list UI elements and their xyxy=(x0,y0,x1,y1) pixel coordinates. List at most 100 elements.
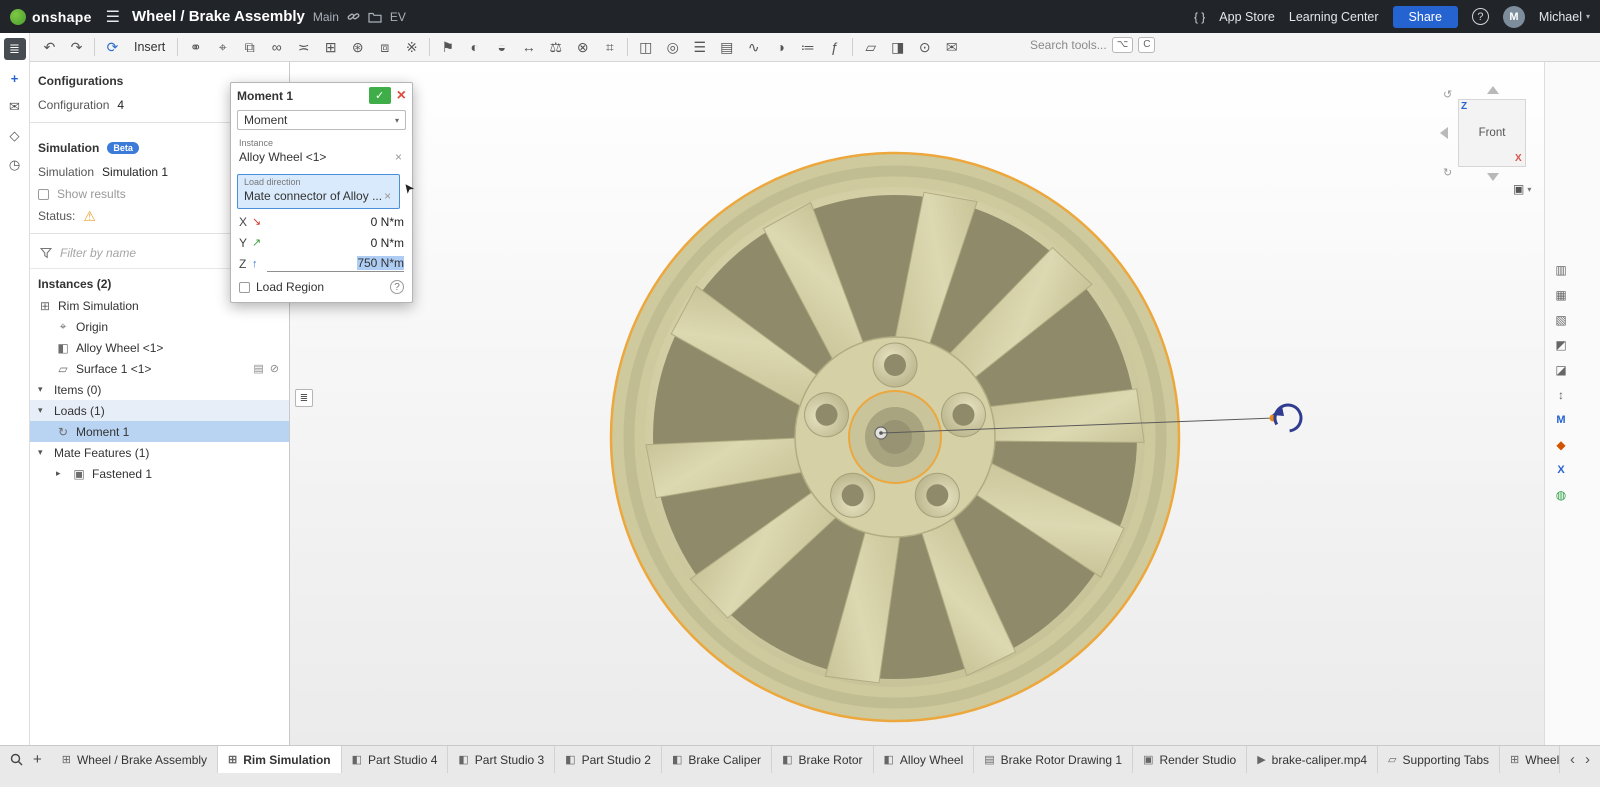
tab-brake-caliper[interactable]: ◧ Brake Caliper xyxy=(662,746,772,773)
hide-icon[interactable]: ⊘ xyxy=(270,362,279,375)
remove-direction-icon[interactable]: × xyxy=(382,189,393,203)
app-store-link[interactable]: App Store xyxy=(1219,10,1275,24)
tab-scroll-right-icon[interactable]: › xyxy=(1585,751,1590,768)
globe-app-icon[interactable]: ◍ xyxy=(1551,485,1571,505)
instances-panel-icon[interactable]: ≣ xyxy=(4,38,26,60)
view-options-menu[interactable]: ▣ ▾ xyxy=(1513,182,1531,196)
project-name[interactable]: EV xyxy=(390,10,406,24)
structure-icon[interactable]: ☰ xyxy=(686,36,713,59)
tab-brake-rotor[interactable]: ◧ Brake Rotor xyxy=(772,746,873,773)
cad-app-icon[interactable]: ◆ xyxy=(1551,435,1571,455)
tab-part-studio-3[interactable]: ◧ Part Studio 3 xyxy=(448,746,555,773)
main-menu-icon[interactable]: ☰ xyxy=(106,7,120,27)
search-tools-input[interactable]: Search tools... ⌥ C xyxy=(1030,37,1155,53)
bom-icon[interactable]: ▤ xyxy=(713,36,740,59)
tab-supporting-tabs[interactable]: ▱ Supporting Tabs xyxy=(1378,746,1500,773)
tab-wheel-br-truncated[interactable]: ⊞ Wheel / Br xyxy=(1500,746,1560,773)
update-icon[interactable]: ⟳ xyxy=(99,36,126,59)
insert-button[interactable]: Insert xyxy=(126,40,173,54)
tab-brake-rotor-drawing-1[interactable]: ▤ Brake Rotor Drawing 1 xyxy=(974,746,1133,773)
load-type-select[interactable]: Moment ▾ xyxy=(237,110,406,130)
axis-z-input[interactable]: 750 N*m xyxy=(267,256,404,272)
tree-row-surface[interactable]: ▱ Surface 1 <1> ▤ ⊘ xyxy=(30,358,289,379)
redo-icon[interactable]: ↷ xyxy=(63,36,90,59)
explode-view-icon[interactable]: ※ xyxy=(398,36,425,59)
drawing-icon[interactable]: ▱ xyxy=(857,36,884,59)
render-icon[interactable]: ◨ xyxy=(884,36,911,59)
tab-rim-simulation[interactable]: ⊞ Rim Simulation xyxy=(218,746,342,773)
load-direction-value-row[interactable]: Mate connector of Alloy ... × xyxy=(244,187,393,205)
tab-part-studio-2[interactable]: ◧ Part Studio 2 xyxy=(555,746,662,773)
appearance-icon[interactable]: ◑ xyxy=(767,36,794,59)
explode-panel-icon[interactable]: ↕ xyxy=(1551,385,1571,405)
user-avatar[interactable]: M xyxy=(1503,6,1525,28)
comment-tool-icon[interactable]: ✉ xyxy=(938,36,965,59)
hole-icon[interactable]: ◎ xyxy=(659,36,686,59)
share-button[interactable]: Share xyxy=(1393,6,1458,28)
display-states-icon[interactable]: ◐ xyxy=(461,36,488,59)
section-panel-icon[interactable]: ◩ xyxy=(1551,335,1571,355)
show-results-checkbox[interactable] xyxy=(38,189,49,200)
remove-instance-icon[interactable]: × xyxy=(393,150,404,164)
frames-icon[interactable]: ⌗ xyxy=(596,36,623,59)
cancel-button[interactable]: × xyxy=(397,88,406,104)
xometry-app-icon[interactable]: X xyxy=(1551,460,1571,480)
version-link-icon[interactable] xyxy=(347,10,360,23)
undo-icon[interactable]: ↶ xyxy=(36,36,63,59)
comments-panel-icon[interactable]: ✉ xyxy=(4,96,26,118)
relations-icon[interactable]: ∞ xyxy=(263,36,290,59)
mass-properties-icon[interactable]: ⚖ xyxy=(542,36,569,59)
linear-pattern-icon[interactable]: ⊞ xyxy=(317,36,344,59)
view-roll-ccw-icon[interactable]: ↺ xyxy=(1443,88,1452,101)
tree-row-mate-features-header[interactable]: ▾ Mate Features (1) xyxy=(30,442,289,463)
mate-connector-icon[interactable]: ⌖ xyxy=(209,36,236,59)
tree-row-origin[interactable]: ⌖ Origin xyxy=(30,316,289,337)
simulation-icon[interactable]: ∿ xyxy=(740,36,767,59)
measure-icon[interactable]: ↔ xyxy=(515,36,542,59)
model-viewport[interactable] xyxy=(290,62,1544,745)
tab-brake-caliper-mp4[interactable]: ▶ brake-caliper.mp4 xyxy=(1247,746,1378,773)
chevron-right-icon[interactable]: ▸ xyxy=(56,468,66,479)
tree-row-items-header[interactable]: ▾ Items (0) xyxy=(30,379,289,400)
section-view-icon[interactable]: ◒ xyxy=(488,36,515,59)
tab-part-studio-4[interactable]: ◧ Part Studio 4 xyxy=(342,746,449,773)
tab-wheel-brake-assembly[interactable]: ⊞ Wheel / Brake Assembly xyxy=(52,746,218,773)
configuration-value[interactable]: 4 xyxy=(117,98,124,112)
axis-y-input[interactable]: 0 N*m xyxy=(267,236,404,250)
add-tab-button[interactable]: + xyxy=(33,751,42,768)
named-positions-icon[interactable]: ⚑ xyxy=(434,36,461,59)
circular-pattern-icon[interactable]: ⊛ xyxy=(344,36,371,59)
tree-display-options-button[interactable]: ≣ xyxy=(295,389,313,407)
record-icon[interactable]: ⊙ xyxy=(911,36,938,59)
configurations-panel-icon[interactable]: + xyxy=(4,67,26,89)
tab-scroll-left-icon[interactable]: ‹ xyxy=(1570,751,1575,768)
sheet-metal-icon[interactable]: ◫ xyxy=(632,36,659,59)
search-tabs-icon[interactable] xyxy=(10,753,23,766)
tree-row-loads-header[interactable]: ▾ Loads (1) xyxy=(30,400,289,421)
view-rotate-up-arrow[interactable] xyxy=(1487,86,1499,94)
rotation-handle[interactable] xyxy=(1270,400,1306,436)
chevron-down-icon[interactable]: ▾ xyxy=(38,447,48,458)
suppress-icon[interactable]: ▤ xyxy=(253,362,263,375)
isolate-panel-icon[interactable]: ◪ xyxy=(1551,360,1571,380)
accept-button[interactable]: ✓ xyxy=(369,87,391,104)
group-icon[interactable]: ⧉ xyxy=(236,36,263,59)
simulation-study-select[interactable]: Simulation 1 xyxy=(102,165,168,179)
learning-center-link[interactable]: Learning Center xyxy=(1289,10,1379,24)
workspace-name[interactable]: Main xyxy=(313,10,339,24)
history-panel-icon[interactable]: ◷ xyxy=(4,154,26,176)
tree-row-fastened-1[interactable]: ▸ ▣ Fastened 1 xyxy=(30,463,289,484)
tab-render-studio[interactable]: ▣ Render Studio xyxy=(1133,746,1247,773)
appearance-panel-icon[interactable]: ▦ xyxy=(1551,285,1571,305)
tree-row-alloy-wheel[interactable]: ◧ Alloy Wheel <1> xyxy=(30,337,289,358)
load-region-checkbox[interactable] xyxy=(239,282,250,293)
dialog-help-icon[interactable]: ? xyxy=(390,280,404,294)
interference-icon[interactable]: ⊗ xyxy=(569,36,596,59)
tree-row-moment-1[interactable]: ↻ Moment 1 xyxy=(30,421,289,442)
simulation-app-icon[interactable]: M xyxy=(1551,410,1571,430)
load-direction-group[interactable]: Load direction Mate connector of Alloy .… xyxy=(237,174,400,209)
mate-icon[interactable]: ⚭ xyxy=(182,36,209,59)
user-menu[interactable]: Michael ▾ xyxy=(1539,10,1590,24)
tab-alloy-wheel[interactable]: ◧ Alloy Wheel xyxy=(874,746,975,773)
parts-panel-icon[interactable]: ◇ xyxy=(4,125,26,147)
